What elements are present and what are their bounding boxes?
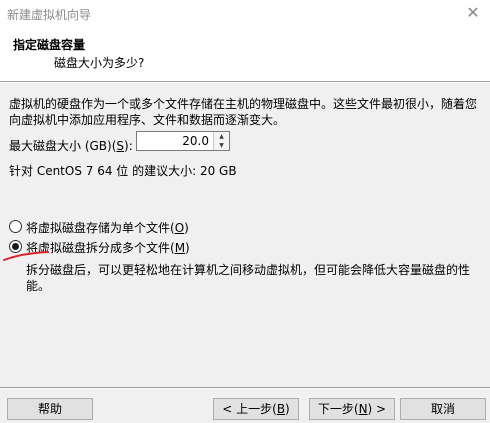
window-title: 新建虚拟机向导 (7, 8, 92, 22)
close-icon[interactable]: ✕ (462, 2, 484, 24)
single-file-label[interactable]: 将虚拟磁盘存储为单个文件(O) (26, 219, 189, 236)
help-button[interactable]: 帮助 (7, 398, 93, 420)
disk-size-value[interactable]: 20.0 (182, 134, 209, 148)
cancel-button[interactable]: 取消 (400, 398, 486, 420)
back-button[interactable]: < 上一步(B) (213, 398, 299, 420)
split-description: 拆分磁盘后，可以更轻松地在计算机之间移动虚拟机，但可能会降低大容量磁盘的性能。 (26, 263, 471, 293)
recommended-size-text: 针对 CentOS 7 64 位 的建议大小: 20 GB (9, 164, 237, 178)
description-text: 虚拟机的硬盘作为一个或多个文件存储在主机的物理磁盘中。这些文件最初很小，随着您向… (9, 97, 478, 127)
spin-down-icon[interactable]: ▼ (214, 141, 229, 150)
disk-size-label: 最大磁盘大小 (GB)(S): (9, 139, 133, 153)
footer-divider (0, 387, 490, 389)
header-divider (0, 81, 490, 83)
next-button[interactable]: 下一步(N) > (309, 398, 395, 420)
page-title: 指定磁盘容量 (13, 38, 86, 52)
title-bar: 新建虚拟机向导 ✕ (0, 0, 490, 28)
wizard-header: 指定磁盘容量 磁盘大小为多少? (0, 28, 490, 81)
disk-size-spinner[interactable]: ▲ ▼ (213, 132, 229, 150)
single-file-radio[interactable] (9, 220, 22, 233)
disk-size-spinbox[interactable]: 20.0 ▲ ▼ (136, 131, 230, 151)
page-subtitle: 磁盘大小为多少? (54, 56, 145, 70)
